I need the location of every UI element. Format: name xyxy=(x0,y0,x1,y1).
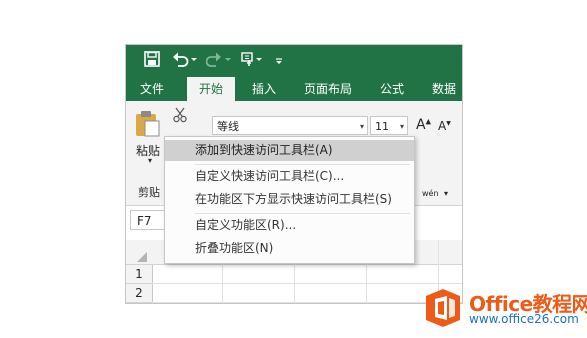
office-logo-icon xyxy=(423,288,463,332)
menu-item-show-qat-below[interactable]: 在功能区下方显示快速访问工具栏(S) xyxy=(165,189,414,210)
tab-formulas[interactable]: 公式 xyxy=(370,77,414,101)
undo-icon[interactable] xyxy=(172,51,198,71)
increase-font-size-icon[interactable]: A▲ xyxy=(416,117,431,133)
tab-insert[interactable]: 插入 xyxy=(242,77,286,101)
tab-page-layout[interactable]: 页面布局 xyxy=(296,77,360,101)
menu-item-customize-qat[interactable]: 自定义快速访问工具栏(C)... xyxy=(165,166,414,187)
ribbon-tabs: 文件 开始 插入 页面布局 公式 数据 xyxy=(126,77,462,101)
font-size-dropdown-icon[interactable]: ▾ xyxy=(400,117,404,136)
touch-mode-icon[interactable] xyxy=(241,51,263,71)
row-header-1[interactable]: 1 xyxy=(126,265,153,284)
row-divider xyxy=(152,302,462,303)
tab-file[interactable]: 文件 xyxy=(130,77,174,101)
row-divider xyxy=(152,283,462,284)
font-size-value: 11 xyxy=(375,120,389,133)
phonetic-guide-label[interactable]: wén xyxy=(422,189,439,198)
tab-home[interactable]: 开始 xyxy=(187,77,235,101)
menu-item-add-to-qat[interactable]: 添加到快速访问工具栏(A) xyxy=(165,140,414,161)
menu-separator xyxy=(195,164,410,165)
name-box-value: F7 xyxy=(137,214,152,228)
phonetic-dropdown-icon[interactable]: ▾ xyxy=(444,189,448,198)
font-name-value: 等线 xyxy=(217,120,239,133)
row-header-2[interactable]: 2 xyxy=(126,284,153,303)
menu-separator xyxy=(195,213,410,214)
redo-icon[interactable] xyxy=(206,51,232,71)
cut-icon[interactable] xyxy=(173,107,187,127)
save-icon[interactable] xyxy=(144,51,160,71)
decrease-font-size-icon[interactable]: A▼ xyxy=(438,119,451,133)
watermark-url: www.office26.com xyxy=(469,312,579,326)
title-bar xyxy=(126,45,462,77)
tab-data[interactable]: 数据 xyxy=(422,77,462,101)
font-name-combo[interactable]: 等线 ▾ xyxy=(212,116,368,135)
menu-item-customize-ribbon[interactable]: 自定义功能区(R)... xyxy=(165,215,414,236)
customize-qat-icon[interactable] xyxy=(274,51,284,71)
paste-dropdown-icon[interactable]: ▾ xyxy=(148,156,152,165)
paste-icon[interactable] xyxy=(134,109,160,141)
menu-item-collapse-ribbon[interactable]: 折叠功能区(N) xyxy=(165,238,414,259)
font-name-dropdown-icon[interactable]: ▾ xyxy=(360,117,364,136)
font-size-combo[interactable]: 11 ▾ xyxy=(370,116,408,135)
clipboard-group-label: 剪贴 xyxy=(138,186,160,199)
ribbon-context-menu: 添加到快速访问工具栏(A) 自定义快速访问工具栏(C)... 在功能区下方显示快… xyxy=(164,136,415,264)
office26-watermark: Office教程网 www.office26.com xyxy=(421,284,587,332)
